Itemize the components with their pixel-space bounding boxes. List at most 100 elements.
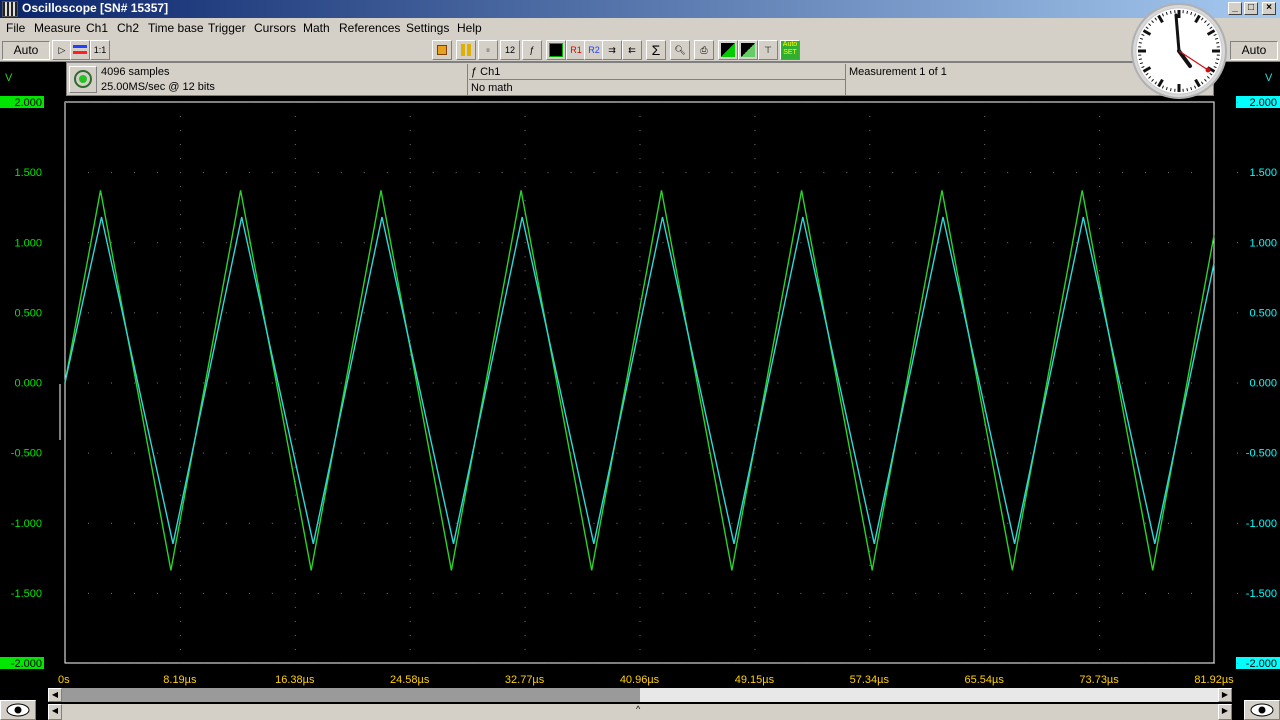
- grid-dot: [708, 452, 710, 454]
- grid-dot: [1236, 242, 1238, 244]
- grid-dot: [869, 410, 871, 412]
- ch1-visibility-button[interactable]: [0, 700, 36, 720]
- menu-ch1[interactable]: Ch1: [86, 21, 108, 35]
- menu-references[interactable]: References: [339, 21, 400, 35]
- grid-dot: [455, 312, 457, 314]
- grid-dot: [1214, 634, 1215, 636]
- grid-dot: [87, 102, 89, 103]
- grid-dot: [708, 312, 710, 314]
- maximize-button[interactable]: □: [1244, 2, 1258, 15]
- grid-dot: [892, 522, 894, 524]
- grid-dot: [524, 270, 526, 272]
- grid-dot: [639, 102, 641, 103]
- grid-dot: [65, 396, 66, 398]
- grid-dot: [409, 172, 411, 174]
- import-icon[interactable]: ⇇: [622, 40, 642, 60]
- autoset-button[interactable]: Auto SET: [780, 40, 800, 60]
- grid-dot: [869, 564, 871, 566]
- menu-math[interactable]: Math: [303, 21, 330, 35]
- function-icon[interactable]: ƒ: [522, 40, 542, 60]
- zoom-icon[interactable]: 🔍︎: [670, 40, 690, 60]
- grid-dot: [754, 480, 756, 482]
- menu-cursors[interactable]: Cursors: [254, 21, 296, 35]
- close-button[interactable]: ×: [1262, 2, 1276, 15]
- scope-display[interactable]: 2.000 1.500 1.000 0.500 0.000 -0.500 -1.000 -1.…: [0, 96, 1280, 690]
- grid-dot: [65, 536, 66, 538]
- grid-dot: [248, 452, 250, 454]
- graph-icon[interactable]: [546, 40, 566, 60]
- trigger-slope-icon[interactable]: ▷: [52, 40, 72, 60]
- menu-ch2[interactable]: Ch2: [117, 21, 139, 35]
- grid-dot: [179, 480, 181, 482]
- scroll-left-arrow[interactable]: ◀: [48, 688, 62, 702]
- channel-function[interactable]: ƒ Ch1: [471, 66, 500, 78]
- grid-dot: [87, 592, 89, 594]
- grid-dot: [432, 102, 434, 103]
- grid-dot: [984, 480, 986, 482]
- menu-measure[interactable]: Measure: [34, 21, 81, 35]
- grid-dot: [524, 326, 526, 328]
- minimize-button[interactable]: _: [1228, 2, 1242, 15]
- reference-r1-button[interactable]: R1: [566, 40, 586, 60]
- grid-dot: [869, 270, 871, 272]
- ratio-button[interactable]: 1:1: [90, 40, 110, 60]
- grid-dot: [961, 382, 963, 384]
- scroll-right-arrow[interactable]: ▶: [1218, 688, 1232, 702]
- grid-dot: [915, 242, 917, 244]
- power-button[interactable]: [69, 66, 97, 93]
- grid-dot: [1191, 522, 1193, 524]
- channel-colors-icon[interactable]: [70, 40, 90, 60]
- scroll-thumb[interactable]: [62, 688, 640, 702]
- clock-tick: [1216, 58, 1220, 61]
- grid-dot: [432, 592, 434, 594]
- menu-time-base[interactable]: Time base: [148, 21, 204, 35]
- menu-settings[interactable]: Settings: [406, 21, 449, 35]
- grid-dot: [846, 102, 848, 103]
- sum-button[interactable]: Σ: [646, 40, 666, 60]
- grid-dot: [294, 312, 296, 314]
- numbers-icon[interactable]: 12: [500, 40, 520, 60]
- pause-icon[interactable]: [456, 40, 476, 60]
- zoom-center-marker[interactable]: ^: [636, 704, 640, 714]
- ch2-visibility-button[interactable]: [1244, 700, 1280, 720]
- grid-dot: [386, 452, 388, 454]
- clock-tick: [1138, 41, 1142, 44]
- menu-trigger[interactable]: Trigger: [208, 21, 246, 35]
- grid-dot: [984, 396, 986, 398]
- grid-dot: [179, 452, 181, 454]
- grid-dot: [1099, 578, 1101, 580]
- grid-dot: [777, 312, 779, 314]
- print-icon[interactable]: ⎙: [694, 40, 714, 60]
- menu-help[interactable]: Help: [457, 21, 482, 35]
- grid-dot: [65, 116, 66, 118]
- math-status[interactable]: No math: [471, 82, 513, 94]
- grid-dot: [65, 592, 66, 594]
- persistence-icon[interactable]: [718, 40, 738, 60]
- grid-dot: [1007, 452, 1009, 454]
- grid-dot: [524, 382, 526, 384]
- grid-dot: [524, 144, 526, 146]
- zoom-scrollbar[interactable]: ◀ ^ ▶: [48, 704, 1232, 720]
- grid-dot: [179, 634, 181, 636]
- grid-dot: [1099, 200, 1101, 202]
- grid-dot: [294, 508, 296, 510]
- zoom-right-arrow[interactable]: ▶: [1218, 704, 1232, 720]
- sample-count: 4096 samples: [101, 66, 170, 78]
- grid-dot: [179, 102, 181, 103]
- reference-r2-button[interactable]: R2: [584, 40, 604, 60]
- step-icon[interactable]: ⏸: [478, 40, 498, 60]
- zoom-left-arrow[interactable]: ◀: [48, 704, 62, 720]
- record-icon[interactable]: [432, 40, 452, 60]
- left-range-mode[interactable]: Auto: [2, 41, 50, 60]
- grid-dot: [777, 452, 779, 454]
- color-graph-icon[interactable]: [738, 40, 758, 60]
- right-range-mode[interactable]: Auto: [1230, 41, 1278, 60]
- grid-dot: [409, 284, 411, 286]
- cursor-icon[interactable]: ⊤: [758, 40, 778, 60]
- menu-file[interactable]: File: [6, 21, 25, 35]
- grid-dot: [984, 494, 986, 496]
- scroll-track[interactable]: [640, 688, 1218, 702]
- grid-dot: [1214, 312, 1215, 314]
- export-icon[interactable]: ⇉: [602, 40, 622, 60]
- time-scrollbar[interactable]: ◀ ▶: [48, 688, 1232, 702]
